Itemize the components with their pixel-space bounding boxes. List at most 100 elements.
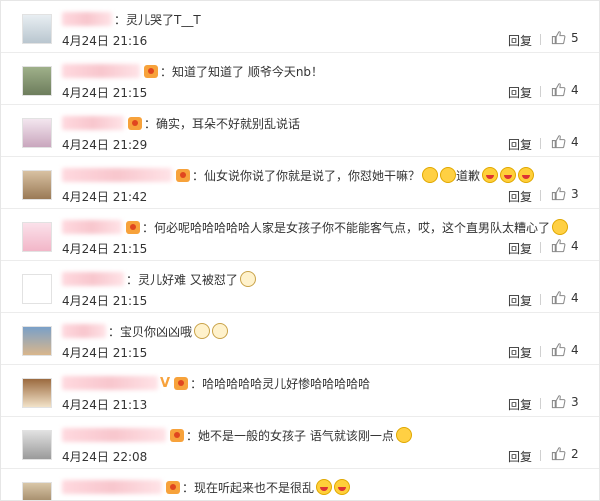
laugh-emoji [482, 167, 499, 183]
thumbs-up-icon [551, 134, 566, 149]
avatar[interactable] [22, 274, 52, 304]
username-blurred[interactable] [62, 324, 106, 338]
colon: ： [126, 272, 139, 287]
cat-emoji [212, 323, 229, 339]
smile-emoji [395, 427, 412, 443]
smile-emoji [440, 167, 457, 183]
like-button[interactable]: 2 [551, 446, 579, 461]
like-count: 4 [571, 238, 579, 253]
like-count: 3 [571, 394, 579, 409]
divider [540, 138, 541, 149]
comment-time: 4月24日 21:15 [62, 86, 148, 100]
comment-item: ：现在听起来也不是很乱 [1, 469, 599, 500]
comment-list: ：灵儿哭了T__T 4月24日 21:16 回复 5：知道了知道了 顺爷今天nb！ 4月… [1, 1, 599, 500]
username-blurred[interactable] [62, 376, 158, 390]
username-blurred[interactable] [62, 12, 112, 26]
comment-text: 灵儿好难 又被怼了 [138, 272, 238, 287]
comment-time: 4月24日 21:15 [62, 346, 148, 360]
avatar[interactable] [22, 170, 52, 200]
username-blurred[interactable] [62, 64, 140, 78]
divider [540, 398, 541, 409]
comment-line: ：现在听起来也不是很乱 [62, 477, 351, 497]
like-count: 4 [571, 82, 579, 97]
comment-line: ：仙女说你说了你就是说了，你怼她干嘛？ 道歉 [62, 165, 535, 185]
comment-line: ：确实，耳朵不好就别乱说话 [62, 113, 300, 133]
comment-time: 4月24日 22:08 [62, 450, 148, 464]
reply-button[interactable]: 回复 [508, 188, 532, 205]
like-count: 4 [571, 290, 579, 305]
comment-time: 4月24日 21:15 [62, 294, 148, 308]
member-badge-icon [176, 168, 190, 182]
comment-item: ：知道了知道了 顺爷今天nb！ 4月24日 21:15 回复 4 [1, 53, 599, 105]
comment-text: 她不是一般的女孩子 语气就该刚一点 [198, 428, 394, 443]
like-button[interactable]: 5 [551, 30, 579, 45]
comment-line: ：知道了知道了 顺爷今天nb！ [62, 61, 323, 81]
reply-button[interactable]: 回复 [508, 344, 532, 361]
comment-text: 宝贝你凶凶哦 [120, 324, 193, 339]
comment-text: 何必呢哈哈哈哈哈人家是女孩子你不能能客气点，哎，这个直男队太糟心了 [154, 220, 551, 235]
like-button[interactable]: 4 [551, 342, 579, 357]
comment-line: V ：哈哈哈哈哈灵儿好惨哈哈哈哈哈 [62, 373, 370, 393]
comment-line: ：宝贝你凶凶哦 [62, 321, 229, 341]
laugh-emoji [518, 167, 535, 183]
comment-text: 哈哈哈哈哈灵儿好惨哈哈哈哈哈 [202, 376, 371, 391]
avatar[interactable] [22, 14, 52, 44]
like-count: 5 [571, 30, 579, 45]
username-blurred[interactable] [62, 220, 122, 234]
comment-item: ：何必呢哈哈哈哈哈人家是女孩子你不能能客气点，哎，这个直男队太糟心了 4月24日 … [1, 209, 599, 261]
avatar[interactable] [22, 118, 52, 148]
reply-button[interactable]: 回复 [508, 448, 532, 465]
colon: ： [192, 168, 205, 183]
thumbs-up-icon [551, 30, 566, 45]
like-button[interactable]: 4 [551, 82, 579, 97]
reply-button[interactable]: 回复 [508, 32, 532, 49]
reply-button[interactable]: 回复 [508, 292, 532, 309]
comment-text: 仙女说你说了你就是说了，你怼她干嘛？ [204, 168, 421, 183]
colon: ： [186, 428, 199, 443]
like-button[interactable]: 4 [551, 238, 579, 253]
like-button[interactable]: 3 [551, 186, 579, 201]
reply-button[interactable]: 回复 [508, 396, 532, 413]
reply-button[interactable]: 回复 [508, 240, 532, 257]
avatar[interactable] [22, 222, 52, 252]
avatar[interactable] [22, 66, 52, 96]
laugh-emoji [316, 479, 333, 495]
divider [540, 450, 541, 461]
like-count: 4 [571, 342, 579, 357]
comment-line: ：灵儿好难 又被怼了 [62, 269, 256, 289]
comment-item: ：她不是一般的女孩子 语气就该刚一点 4月24日 22:08 回复 2 [1, 417, 599, 469]
member-badge-icon [128, 116, 142, 130]
colon: ： [142, 220, 155, 235]
username-blurred[interactable] [62, 428, 166, 442]
like-button[interactable]: 3 [551, 394, 579, 409]
like-button[interactable]: 4 [551, 134, 579, 149]
divider [540, 242, 541, 253]
reply-button[interactable]: 回复 [508, 136, 532, 153]
username-blurred[interactable] [62, 480, 162, 494]
comment-time: 4月24日 21:42 [62, 190, 148, 204]
thumbs-up-icon [551, 290, 566, 305]
reply-button[interactable]: 回复 [508, 84, 532, 101]
cat-emoji [239, 271, 256, 287]
avatar[interactable] [22, 326, 52, 356]
member-badge-icon [144, 64, 158, 78]
like-button[interactable]: 4 [551, 290, 579, 305]
avatar[interactable] [22, 378, 52, 408]
avatar[interactable] [22, 430, 52, 460]
comment-item: ：灵儿哭了T__T 4月24日 21:16 回复 5 [1, 1, 599, 53]
thumbs-up-icon [551, 342, 566, 357]
like-count: 3 [571, 186, 579, 201]
member-badge-icon [174, 376, 189, 390]
colon: ： [182, 480, 195, 495]
comment-text: 灵儿哭了T__T [126, 12, 201, 27]
avatar[interactable] [22, 482, 52, 500]
colon: ： [144, 116, 157, 131]
comment-time: 4月24日 21:29 [62, 138, 148, 152]
like-count: 4 [571, 134, 579, 149]
member-badge-icon [166, 480, 180, 494]
username-blurred[interactable] [62, 272, 124, 286]
laugh-emoji [500, 167, 517, 183]
username-blurred[interactable] [62, 116, 124, 130]
comment-text: 现在听起来也不是很乱 [194, 480, 315, 495]
username-blurred[interactable] [62, 168, 172, 182]
